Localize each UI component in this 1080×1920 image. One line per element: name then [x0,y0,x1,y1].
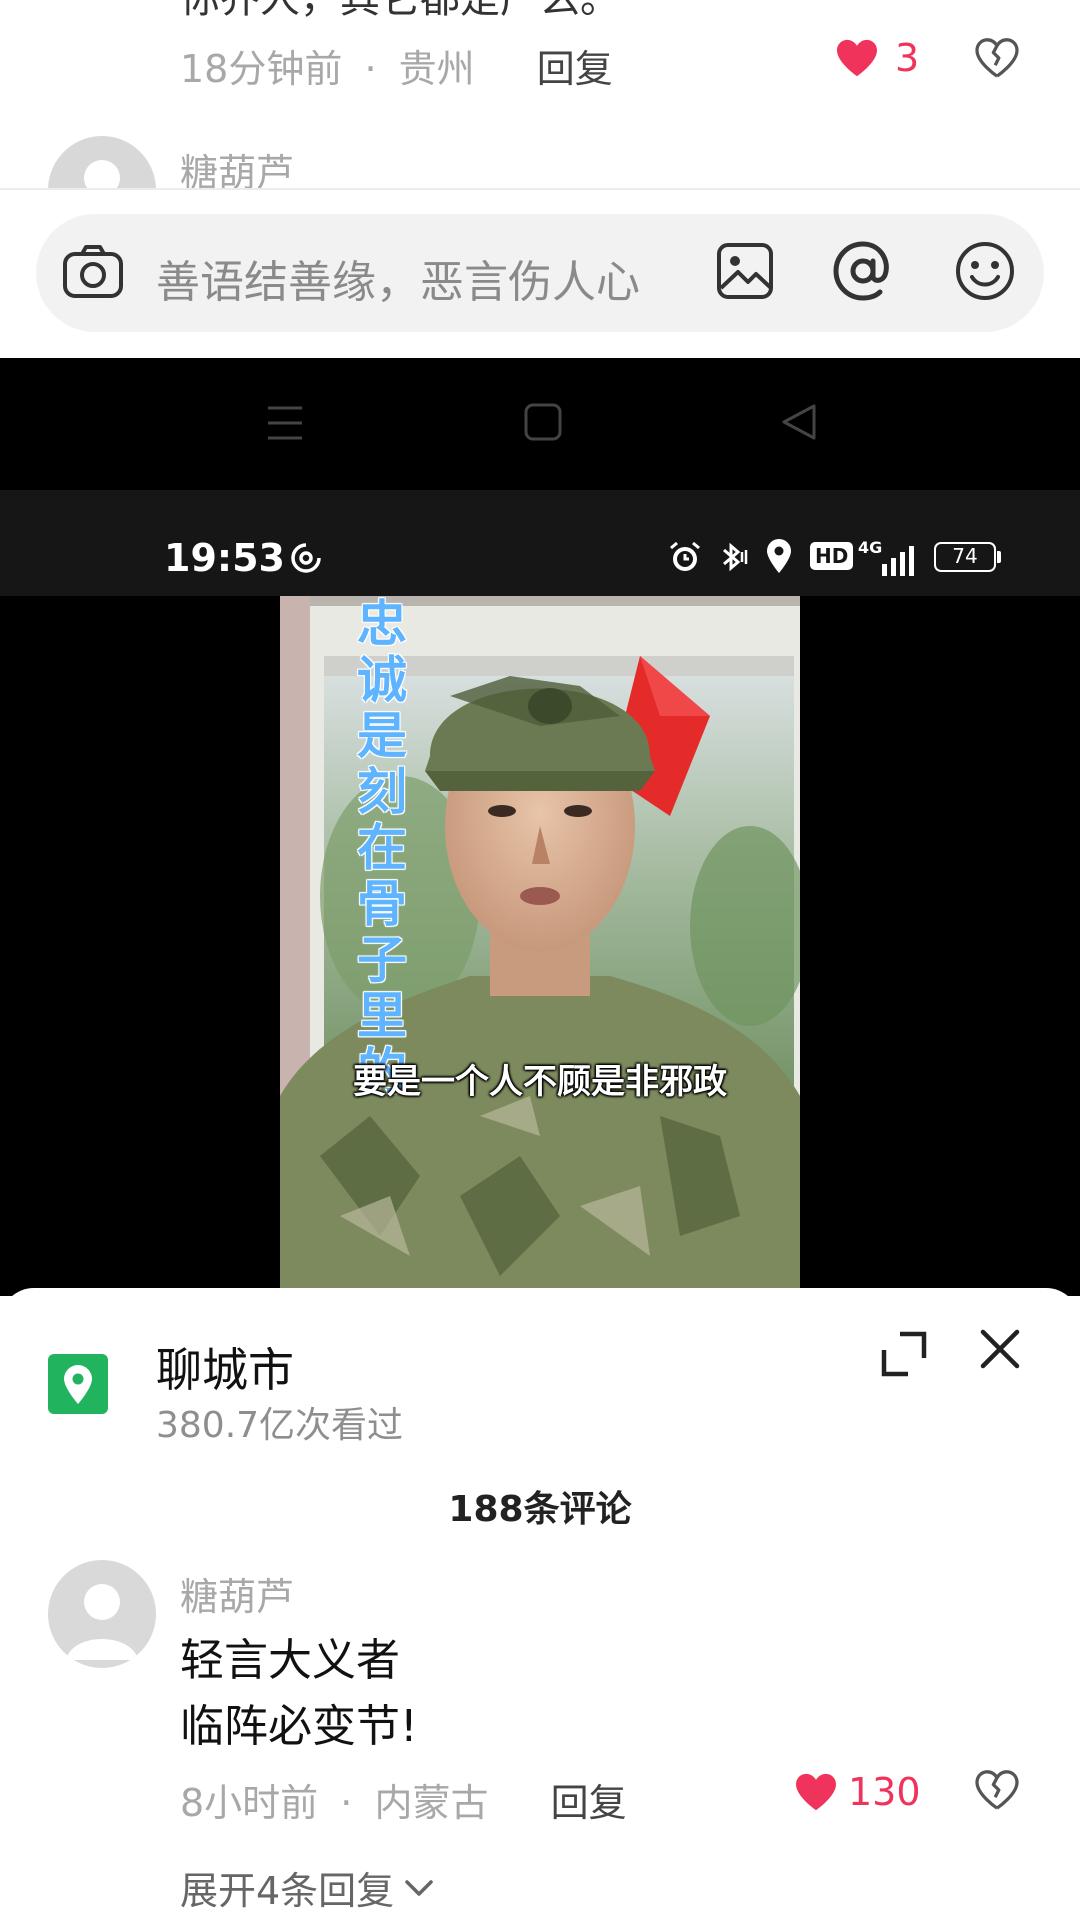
status-bar [0,490,1080,596]
comment-input[interactable]: 善语结善缘，恶言伤人心 [36,214,1044,332]
home-icon[interactable] [524,403,562,445]
title-char: 在 [357,819,407,877]
avatar[interactable] [48,1560,156,1668]
image-icon[interactable] [716,242,774,304]
menu-icon[interactable] [266,404,304,446]
at-icon[interactable] [832,240,894,306]
video-subtitle: 要是一个人不顾是非邪政 [353,1062,727,1102]
comment-time: 18分钟前 [180,47,343,91]
dislike-button[interactable] [975,1770,1019,1814]
location-pin-icon [764,538,794,578]
alarm-icon [668,540,702,578]
reply-button[interactable]: 回复 [551,1781,627,1825]
comment-input-placeholder: 善语结善缘，恶言伤人心 [156,257,640,308]
signal-icon [878,546,918,580]
status-time: 19:53 [164,536,285,580]
comment-count: 188条评论 [448,1489,632,1530]
comment-meta: 8小时前 · 内蒙古 回复 [180,1772,627,1827]
location-icon [48,1354,108,1414]
title-char: 刻 [357,763,407,821]
like-button[interactable]: 3 [835,36,919,80]
battery-icon: 74 [934,542,996,572]
comment-time: 8小时前 [180,1781,319,1825]
comment-location: 贵州 [398,47,475,91]
like-count: 3 [895,36,920,80]
like-button[interactable]: 130 [794,1770,921,1814]
comment-line: 轻言大义者 [180,1635,400,1686]
dislike-button[interactable] [975,38,1019,82]
title-char: 骨 [357,875,407,933]
title-char: 里 [357,987,407,1045]
previous-comment-text: 你乔人，其它都是产么。 [180,0,620,24]
broken-heart-icon [975,1770,1019,1810]
location-view-count: 380.7亿次看过 [156,1405,404,1446]
emoji-icon[interactable] [954,240,1016,306]
title-char: 忠 [357,595,407,653]
meta-separator: · [364,47,377,91]
back-icon[interactable] [780,403,818,445]
camera-icon[interactable] [62,244,124,304]
heart-filled-icon [796,1773,836,1811]
comment-text: 轻言大义者 临阵必变节! [180,1628,418,1760]
sync-icon [290,542,322,578]
meta-separator: · [340,1781,353,1825]
expand-icon[interactable] [878,1328,930,1380]
expand-replies-label: 展开4条回复 [180,1869,395,1913]
video-title-vertical: 忠 诚 是 刻 在 骨 子 里 的 [352,596,412,1100]
navigation-bar [0,358,1080,490]
expand-replies-button[interactable]: 展开4条回复 [180,1860,434,1915]
comment-username[interactable]: 糖葫芦 [180,1566,294,1621]
title-char: 诚 [357,651,407,709]
location-name[interactable]: 聊城市 [156,1334,294,1400]
comment-line: 临阵必变节! [180,1701,418,1752]
title-char: 是 [357,707,407,765]
title-char: 子 [357,931,407,989]
default-avatar-icon [66,1584,138,1660]
heart-filled-icon [837,39,877,77]
battery-tip [997,551,1001,563]
previous-comment-meta: 18分钟前 · 贵州 回复 [180,38,613,93]
hd-badge: HD [810,542,854,570]
comment-location: 内蒙古 [374,1781,489,1825]
like-count: 130 [848,1770,921,1814]
broken-heart-icon [975,38,1019,78]
chevron-down-icon [405,1879,433,1896]
reply-button[interactable]: 回复 [537,47,613,91]
close-icon[interactable] [975,1324,1025,1374]
bluetooth-icon [716,540,750,578]
